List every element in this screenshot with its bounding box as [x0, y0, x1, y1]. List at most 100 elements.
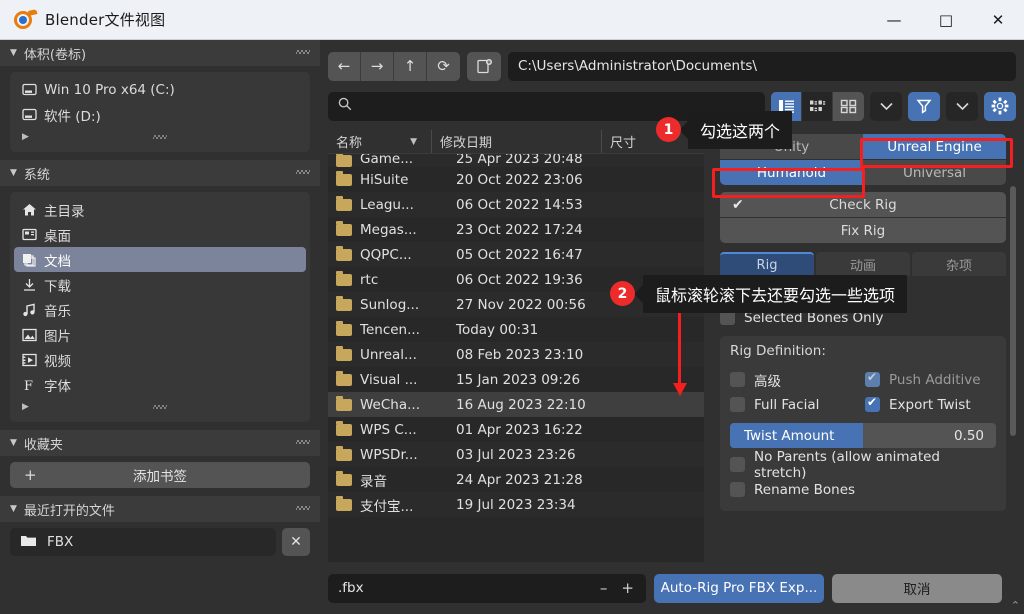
tab-misc[interactable]: 杂项 [912, 252, 1006, 276]
sidebar-item-videos[interactable]: 视频 [14, 347, 306, 372]
toggle-humanoid[interactable]: Humanoid [720, 160, 863, 185]
volume-item-d[interactable]: 软件 (D:) [14, 102, 306, 127]
recent-item-fbx[interactable]: FBX [10, 528, 276, 556]
grip-icon [153, 134, 167, 141]
cancel-button[interactable]: 取消 [832, 573, 1002, 603]
file-extension-input[interactable]: .fbx – + [328, 573, 646, 603]
checkbox-push-additive[interactable] [865, 370, 880, 387]
volumes-expand[interactable]: ▶ [14, 127, 306, 147]
sidebar-item-music[interactable]: 音乐 [14, 297, 306, 322]
fix-rig-button[interactable]: Fix Rig [720, 218, 1006, 243]
svg-text:F: F [24, 379, 33, 392]
twist-amount-slider[interactable]: Twist Amount 0.50 [730, 423, 996, 448]
checkbox-advanced[interactable] [730, 372, 745, 387]
folder-icon [20, 534, 37, 551]
chevron-down-icon: ▼ [10, 168, 17, 178]
export-confirm-button[interactable]: Auto-Rig Pro FBX Exp... [654, 573, 824, 603]
section-header-bookmarks[interactable]: ▼ 收藏夹 [0, 430, 320, 456]
table-row[interactable]: QQPC... 05 Oct 2022 16:47 [328, 242, 704, 267]
toggle-unreal-engine[interactable]: Unreal Engine [863, 134, 1006, 159]
sidebar-item-pictures[interactable]: 图片 [14, 322, 306, 347]
folder-icon [336, 154, 352, 167]
table-row[interactable]: 录音 24 Apr 2023 21:28 [328, 467, 704, 492]
table-row[interactable]: Tencen... Today 00:31 [328, 317, 704, 342]
file-date-cell: 23 Oct 2022 17:24 [456, 221, 583, 238]
checkbox-label: Rename Bones [754, 481, 856, 498]
property-tabs: Rig 动画 杂项 [720, 252, 1006, 276]
section-header-volumes[interactable]: ▼ 体积(卷标) [0, 40, 320, 66]
column-header-date[interactable]: 修改日期 [432, 130, 602, 153]
table-row[interactable]: Leagu... 06 Oct 2022 14:53 [328, 192, 704, 217]
checkbox-row-no-parents[interactable]: No Parents (allow animated stretch) [730, 449, 996, 481]
maximize-button[interactable]: □ [920, 0, 972, 39]
path-input[interactable]: C:\Users\Administrator\Documents\ [508, 51, 1016, 81]
sidebar-item-documents[interactable]: 文档 [14, 247, 306, 272]
gear-icon[interactable] [984, 91, 1016, 121]
checkbox-row-export-twist[interactable]: Export Twist [865, 392, 996, 417]
checkbox-no-parents[interactable] [730, 457, 745, 472]
section-header-system[interactable]: ▼ 系统 [0, 160, 320, 186]
table-row[interactable]: 支付宝... 19 Jul 2023 23:34 [328, 492, 704, 517]
check-rig-button[interactable]: ✔ Check Rig [720, 192, 1006, 217]
horizontal-list-view-icon[interactable] [802, 91, 833, 121]
column-header-name[interactable]: 名称 ▼ [328, 130, 432, 153]
grip-icon [296, 439, 310, 447]
sidebar-item-desktop[interactable]: 桌面 [14, 222, 306, 247]
table-row[interactable]: Unreal... 08 Feb 2023 23:10 [328, 342, 704, 367]
refresh-button[interactable]: ⟳ [427, 52, 460, 81]
checkbox-row-advanced[interactable]: 高级 [730, 367, 865, 392]
parent-directory-button[interactable]: ↑ [394, 51, 427, 81]
resize-corner-icon[interactable]: ⌃ [1011, 599, 1020, 612]
export-properties-panel: Unity Unreal Engine Humanoid Universal ✔… [712, 130, 1016, 595]
display-options-dropdown[interactable] [870, 91, 902, 121]
add-bookmark-button[interactable]: + 添加书签 [10, 462, 310, 488]
table-row[interactable]: WeCha... 16 Aug 2023 22:10 [328, 392, 704, 417]
forward-button[interactable]: → [361, 51, 394, 81]
tab-animation[interactable]: 动画 [816, 252, 910, 276]
sidebar-item-fonts[interactable]: F 字体 [14, 372, 306, 397]
folder-icon [336, 420, 352, 436]
table-row[interactable]: WPSDr... 03 Jul 2023 23:26 [328, 442, 704, 467]
annotation-badge-1: 1 [656, 117, 681, 142]
minimize-button[interactable]: — [868, 0, 920, 39]
new-folder-button[interactable] [467, 51, 501, 81]
tab-rig[interactable]: Rig [720, 252, 814, 276]
increment-icon[interactable]: + [621, 579, 634, 597]
table-row[interactable]: WPS C... 01 Apr 2023 16:22 [328, 417, 704, 442]
close-button[interactable]: ✕ [972, 0, 1024, 39]
annotation-tooltip-2: 鼠标滚轮滚下去还要勾选一些选项 [643, 275, 908, 313]
file-name-cell: Megas... [360, 221, 417, 238]
file-name-cell: 录音 [360, 473, 387, 490]
annotation-tooltip-1: 勾选这两个 [688, 111, 793, 149]
folder-icon [336, 295, 352, 311]
checkbox-rename-bones[interactable] [730, 482, 745, 497]
decrement-icon[interactable]: – [600, 579, 608, 597]
table-row[interactable]: HiSuite 20 Oct 2022 23:06 [328, 167, 704, 192]
section-header-recent[interactable]: ▼ 最近打开的文件 [0, 496, 320, 522]
sidebar-item-home[interactable]: 主目录 [14, 197, 306, 222]
system-expand[interactable]: ▶ [14, 397, 306, 417]
filter-toggle-icon[interactable] [908, 91, 940, 121]
table-row[interactable]: Visual ... 15 Jan 2023 09:26 [328, 367, 704, 392]
properties-scrollbar[interactable] [1010, 186, 1016, 436]
table-row[interactable]: Megas... 23 Oct 2022 17:24 [328, 217, 704, 242]
checkbox-row-rename-bones[interactable]: Rename Bones [730, 477, 996, 502]
checkbox-row-full-facial[interactable]: Full Facial [730, 392, 865, 417]
table-row[interactable]: Game... 25 Apr 2023 20:48 [328, 154, 704, 167]
checkbox-full-facial[interactable] [730, 397, 745, 412]
grip-icon [153, 404, 167, 411]
sidebar-item-downloads[interactable]: 下载 [14, 272, 306, 297]
back-button[interactable]: ← [328, 51, 361, 81]
checkbox-row-push-additive[interactable]: Push Additive [865, 367, 996, 392]
recent-remove-button[interactable]: ✕ [282, 528, 310, 556]
file-date-cell: 06 Oct 2022 14:53 [456, 196, 583, 213]
sidebar-item-label: 音乐 [44, 303, 71, 320]
chevron-down-icon: ▼ [10, 504, 17, 514]
volume-item-c[interactable]: Win 10 Pro x64 (C:) [14, 77, 306, 102]
checkbox-export-twist[interactable] [865, 395, 880, 412]
thumbnail-grid-view-icon[interactable] [833, 92, 864, 121]
volume-label: 软件 (D:) [44, 108, 101, 125]
file-name-cell: rtc [360, 271, 379, 288]
toggle-universal[interactable]: Universal [863, 160, 1006, 185]
filter-options-dropdown[interactable] [946, 91, 978, 121]
